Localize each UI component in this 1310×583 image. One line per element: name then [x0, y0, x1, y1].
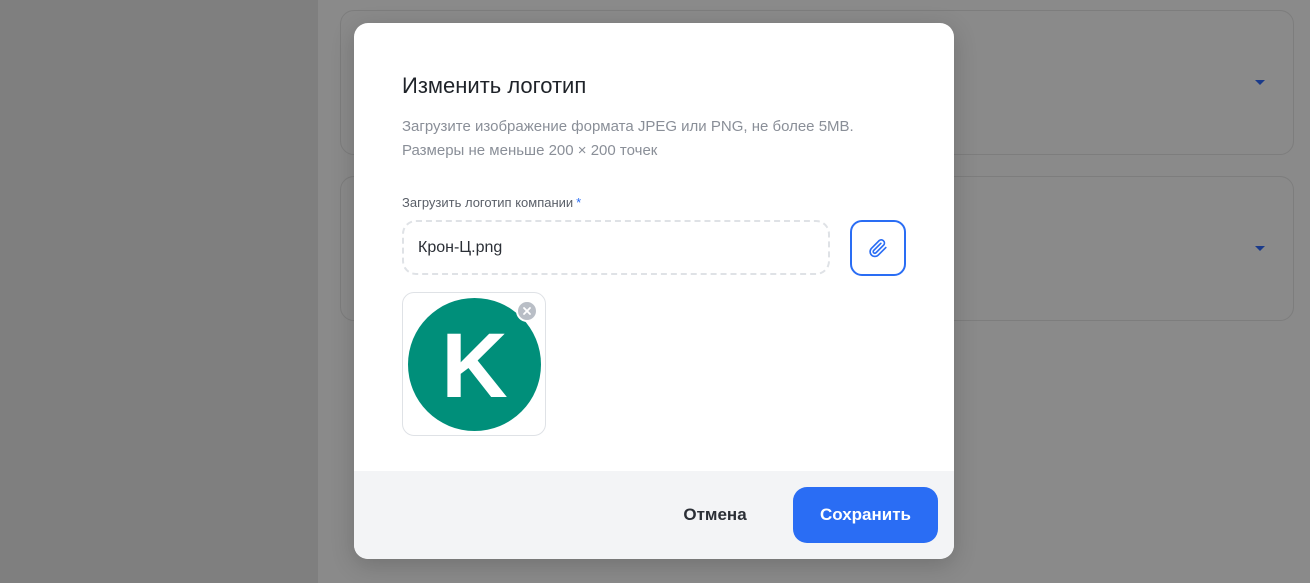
logo-preview: K	[402, 292, 546, 436]
caret-down-icon	[1255, 246, 1265, 251]
paperclip-icon	[867, 237, 889, 259]
upload-field-label: Загрузить логотип компании *	[402, 195, 581, 210]
caret-down-icon	[1255, 80, 1265, 85]
file-name-field[interactable]	[402, 220, 830, 275]
description-line: Размеры не меньше 200 × 200 точек	[402, 142, 658, 159]
logo-letter: K	[441, 314, 508, 417]
dialog-description: Загрузите изображение формата JPEG или P…	[402, 115, 922, 163]
dialog-title: Изменить логотип	[402, 73, 587, 98]
save-button[interactable]: Сохранить	[793, 487, 938, 543]
cancel-button[interactable]: Отмена	[667, 495, 763, 535]
remove-logo-button[interactable]	[516, 300, 538, 322]
close-icon	[522, 306, 532, 316]
change-logo-dialog: Изменить логотип Загрузите изображение ф…	[354, 23, 954, 559]
description-line: Загрузите изображение формата JPEG или P…	[402, 118, 854, 135]
attach-file-button[interactable]	[850, 220, 906, 276]
dialog-footer: Отмена Сохранить	[354, 471, 954, 559]
upload-field-label-text: Загрузить логотип компании	[402, 195, 574, 210]
required-mark: *	[576, 195, 582, 210]
